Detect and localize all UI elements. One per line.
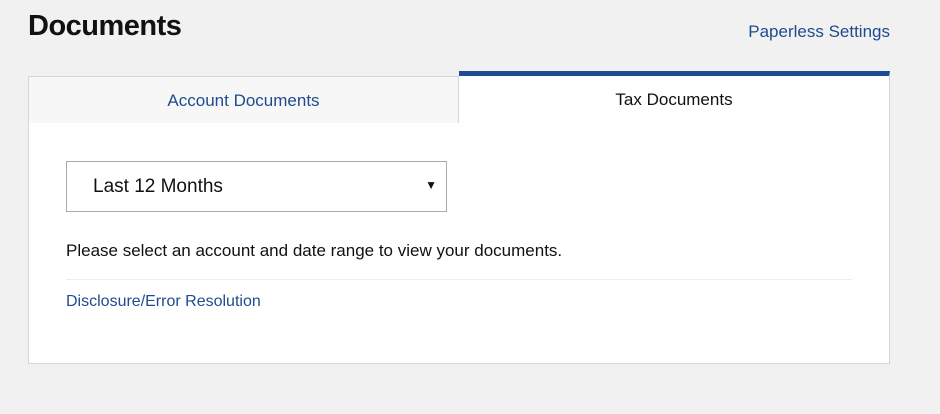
tab-account-documents-label: Account Documents (167, 91, 320, 110)
date-range-select-value: Last 12 Months (93, 176, 223, 197)
tax-documents-panel: Last 12 Months ▼ Please select an accoun… (28, 123, 890, 364)
paperless-settings-link[interactable]: Paperless Settings (748, 22, 890, 42)
divider (66, 279, 852, 280)
tab-tax-documents[interactable]: Tax Documents (459, 71, 890, 124)
documents-page: Documents Paperless Settings Account Doc… (0, 0, 940, 414)
page-title: Documents (28, 10, 182, 42)
caret-down-icon: ▼ (425, 178, 437, 192)
instruction-message: Please select an account and date range … (66, 241, 563, 260)
document-tabs: Account Documents Tax Documents (28, 71, 890, 124)
tab-tax-documents-label: Tax Documents (615, 90, 733, 109)
tab-account-documents[interactable]: Account Documents (28, 76, 459, 124)
date-range-select[interactable]: Last 12 Months ▼ (66, 161, 447, 212)
disclosure-error-resolution-link[interactable]: Disclosure/Error Resolution (66, 293, 261, 311)
